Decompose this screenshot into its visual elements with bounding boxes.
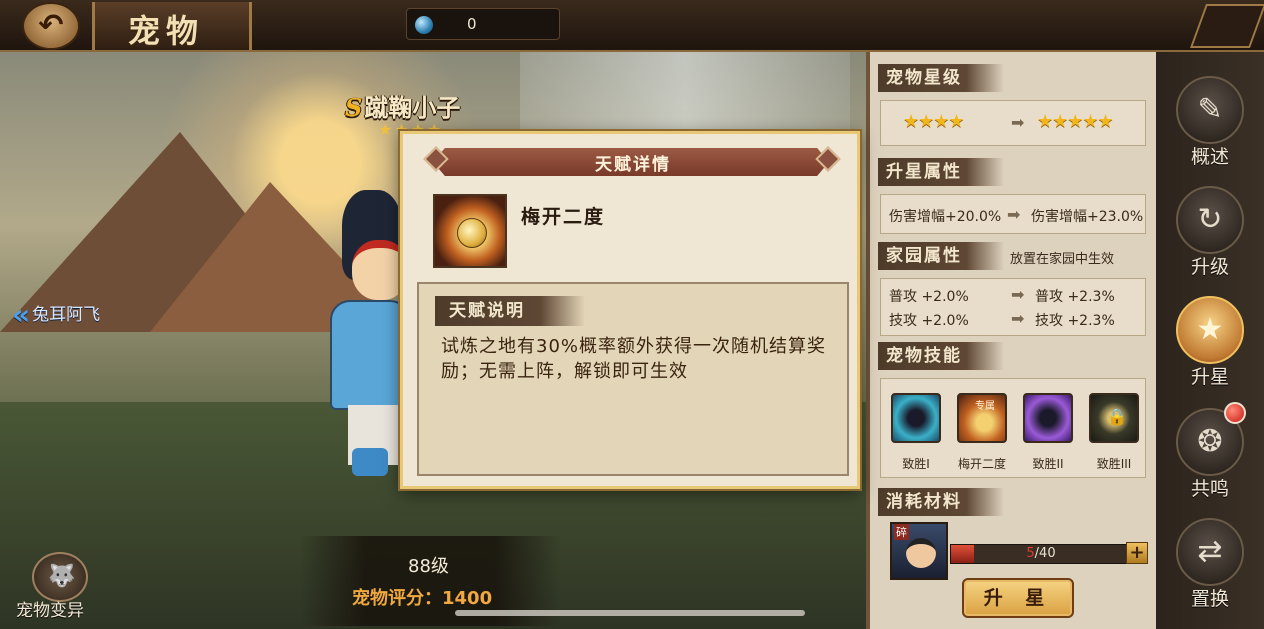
material-current: 5 [1026,546,1035,561]
currency-value: 0 [467,15,477,33]
skill-icon-zhisheng-2[interactable] [1023,393,1073,443]
character-torso [330,300,410,410]
mutate-button[interactable]: 🐺 [32,552,88,602]
nav-overview[interactable]: ✎ 概述 [1172,76,1248,176]
skill-label: 致胜II [1032,457,1064,471]
nav-star-up[interactable]: ★ 升星 [1172,296,1248,396]
material-total: /40 [1034,546,1056,561]
level-up-icon: ↻ [1176,186,1244,254]
attr-next: 伤害增幅+23.0% [1031,209,1144,225]
exclusive-tag: 专属 [975,401,995,412]
arrow-right-icon: ➡ [1011,285,1025,304]
pet-score: 宠物评分：1400 [352,584,492,610]
upgrade-attrs-heading: 升星属性 [878,158,1004,186]
home-attr-current: 技攻 +2.0% [889,313,969,329]
score-label: 宠物评分： [352,588,442,609]
lock-icon: 🔒 [1107,407,1127,426]
top-bar: ↶ 宠物 0 [0,0,1264,52]
skill-label: 致胜III [1096,457,1132,471]
talent-detail-dialog: 天赋详情 梅开二度 天赋说明 试炼之地有30%概率额外获得一次随机结算奖励；无需… [400,131,860,489]
character-shoe [352,448,388,476]
star-up-button[interactable]: 升 星 [962,578,1074,618]
ball-icon [457,218,487,248]
skill-label: 致胜I [902,457,930,471]
skills-box: 致胜I 专属 梅开二度 致胜II 🔒 致胜III [880,378,1146,478]
current-stars: ★★★★ [903,111,965,132]
add-material-button[interactable]: + [1126,542,1148,564]
home-attrs-heading: 家园属性 [878,242,1004,270]
home-attrs-box: 普攻 +2.0% ➡ 普攻 +2.3% 技攻 +2.0% ➡ 技攻 +2.3% [880,278,1146,336]
dialog-title: 天赋详情 [595,155,671,175]
back-arrow-icon: ↶ [38,8,64,43]
star-up-icon: ★ [1176,296,1244,364]
prev-pet-name: 兔耳阿飞 [32,305,101,325]
notification-badge [1224,402,1246,424]
nav-label: 概述 [1190,146,1229,168]
star-level-box: ★★★★ ➡ ★★★★★ [880,100,1146,146]
fragment-face [906,538,936,568]
arrow-right-icon: ➡ [1011,309,1025,328]
talent-skill-name: 梅开二度 [521,206,606,228]
next-stars: ★★★★★ [1037,111,1114,132]
prev-pet-button[interactable]: «兔耳阿飞 [12,298,100,331]
nav-label: 共鸣 [1190,478,1229,500]
wolf-icon: 🐺 [48,564,76,589]
material-progress-bar: 5/40 [950,544,1132,564]
page-title: 宠物 [128,12,205,50]
home-attr-next: 技攻 +2.3% [1035,313,1115,329]
currency-display: 0 [406,8,560,40]
talent-description-box: 天赋说明 试炼之地有30%概率额外获得一次随机结算奖励；无需上阵，解锁即可生效 [417,282,849,476]
nav-swap[interactable]: ⇄ 置换 [1172,518,1248,618]
talent-description-text: 试炼之地有30%概率额外获得一次随机结算奖励；无需上阵，解锁即可生效 [441,336,827,382]
material-count: 5/40 [951,545,1131,563]
home-attr-current: 普攻 +2.0% [889,289,969,305]
fragment-tag: 碎 [894,524,909,540]
home-attr-next: 普攻 +2.3% [1035,289,1115,305]
nav-label: 置换 [1190,588,1229,610]
grade-s-icon: S [345,93,363,122]
arrow-right-icon: ➡ [1007,205,1021,224]
star-level-heading: 宠物星级 [878,64,1004,92]
skills-heading: 宠物技能 [878,342,1004,370]
material-fragment-icon[interactable]: 碎 [890,522,948,580]
mutate-label: 宠物变异 [16,601,84,621]
back-button[interactable]: ↶ [22,2,80,50]
home-indicator[interactable] [455,610,805,616]
nav-resonance[interactable]: ❂ 共鸣 [1172,402,1248,508]
pet-level: 88级 [408,556,449,577]
nav-label: 升星 [1190,366,1229,388]
gem-icon [415,16,433,34]
pet-name: S蹴鞠小子 [345,88,460,123]
side-nav: ✎ 概述 ↻ 升级 ★ 升星 ❂ 共鸣 ⇄ 置换 [1156,52,1264,629]
skill-icon-meikaierdu[interactable]: 专属 [957,393,1007,443]
skill-label: 梅开二度 [957,457,1006,471]
score-value: 1400 [442,588,493,609]
pet-name-text: 蹴鞠小子 [364,93,461,122]
chevron-left-icon: « [12,298,31,331]
book-icon: ✎ [1176,76,1244,144]
materials-heading: 消耗材料 [878,488,1004,516]
talent-skill-icon [433,194,507,268]
skill-icon-zhisheng-3-locked[interactable]: 🔒 [1089,393,1139,443]
nav-level-up[interactable]: ↻ 升级 [1172,186,1248,286]
arrow-right-icon: ➡ [1011,113,1025,132]
nav-label: 升级 [1190,256,1229,278]
swap-icon: ⇄ [1176,518,1244,586]
attr-current: 伤害增幅+20.0% [889,209,1002,225]
corner-ornament [1189,4,1264,48]
info-panel: 宠物星级 ★★★★ ➡ ★★★★★ 升星属性 伤害增幅+20.0% ➡ 伤害增幅… [866,52,1156,629]
upgrade-attrs-box: 伤害增幅+20.0% ➡ 伤害增幅+23.0% [880,194,1146,234]
home-attrs-note: 放置在家园中生效 [1010,252,1115,267]
talent-description-heading: 天赋说明 [435,296,585,326]
skill-icon-zhisheng-1[interactable] [891,393,941,443]
